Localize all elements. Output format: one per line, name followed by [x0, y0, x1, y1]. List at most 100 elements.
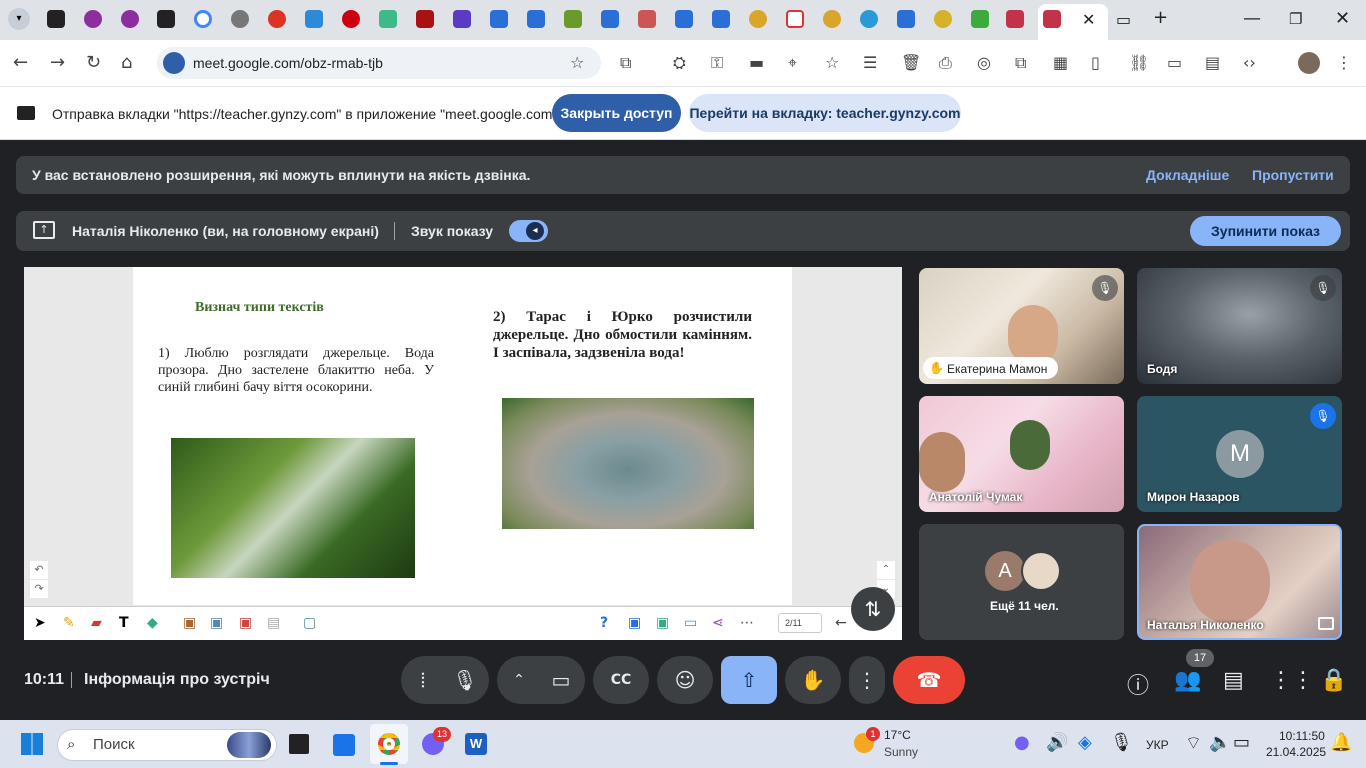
tool-icon[interactable]: ▣	[239, 615, 252, 631]
translate-icon[interactable]: ⧉	[1015, 53, 1026, 73]
learn-more-link[interactable]: Докладніше	[1146, 167, 1229, 183]
url-text[interactable]: meet.google.com/obz-rmab-tjb	[193, 55, 383, 71]
code-icon[interactable]: ‹›	[1243, 53, 1256, 72]
mic-button[interactable]: 🎙	[441, 656, 489, 704]
help-icon[interactable]: ?	[600, 615, 608, 631]
tool-icon[interactable]: ▤	[267, 615, 280, 631]
q-icon[interactable]	[84, 10, 102, 28]
prev-page-icon[interactable]: ←	[835, 615, 847, 631]
incognito-icon[interactable]: ⛭	[673, 53, 686, 73]
page-counter[interactable]: 2/11	[778, 613, 822, 633]
task-view-icon[interactable]	[289, 734, 309, 754]
raise-hand-button[interactable]: ✋	[785, 656, 841, 704]
forward-icon[interactable]: →	[50, 52, 65, 73]
red-ball-icon[interactable]	[268, 10, 286, 28]
captions-button[interactable]: CC	[593, 656, 649, 704]
g-docs-icon[interactable]	[527, 10, 545, 28]
close-window-icon[interactable]: ✕	[1335, 8, 1350, 29]
bookmark-star-icon[interactable]: ☆	[570, 53, 584, 72]
lens-icon[interactable]: ◎	[977, 53, 991, 72]
analytics-icon[interactable]	[157, 10, 175, 28]
leave-call-button[interactable]: ☎	[893, 656, 965, 704]
tool-icon[interactable]: ▣	[628, 615, 641, 631]
swap-view-button[interactable]: ⇅	[851, 587, 895, 631]
pen-icon[interactable]: ✎	[63, 615, 75, 631]
fi-icon[interactable]	[416, 10, 434, 28]
undo-icon[interactable]: ↶	[30, 561, 48, 579]
card-icon[interactable]: ▬	[749, 53, 764, 72]
info-icon[interactable]: ⓘ	[1127, 668, 1149, 700]
link-icon[interactable]: ⛓	[1129, 53, 1149, 72]
word-icon[interactable]: W	[465, 733, 487, 755]
maximize-icon[interactable]: ❐	[1289, 10, 1302, 28]
store-icon[interactable]	[333, 734, 355, 756]
language-indicator[interactable]: УКР	[1146, 738, 1169, 752]
profile-avatar[interactable]	[1298, 52, 1320, 74]
window-icon[interactable]: ▢	[303, 615, 316, 631]
shapes-icon[interactable]: ◆	[147, 615, 158, 631]
g-docs-icon[interactable]	[601, 10, 619, 28]
tool-icon[interactable]: ▣	[656, 615, 669, 631]
pip-icon[interactable]	[1318, 617, 1334, 630]
puzzle-icon[interactable]	[305, 10, 323, 28]
text-icon[interactable]: T	[119, 615, 129, 631]
google-icon[interactable]	[194, 10, 212, 28]
start-icon[interactable]	[21, 733, 43, 755]
list-icon[interactable]: ☰	[863, 53, 877, 72]
emoji-button[interactable]: ☺	[657, 656, 713, 704]
menu-icon[interactable]: ⋮	[1336, 53, 1352, 72]
snowflake-icon[interactable]	[860, 10, 878, 28]
tool-icon[interactable]: ▣	[183, 615, 196, 631]
camera-button[interactable]: ▭	[537, 656, 585, 704]
speaker-icon[interactable]: 🔈	[1209, 732, 1231, 753]
audio-level-icon[interactable]: ⦙	[401, 656, 445, 704]
chat-icon[interactable]: ▤	[1223, 668, 1244, 693]
camera-options-icon[interactable]: ⌃	[497, 656, 541, 704]
trash-icon[interactable]: 🗑	[901, 53, 921, 72]
red-ball-icon[interactable]	[342, 10, 360, 28]
more-icon[interactable]: ⋯	[740, 615, 754, 631]
eraser-icon[interactable]: ▰	[91, 615, 102, 631]
globe-icon[interactable]	[231, 10, 249, 28]
activities-icon[interactable]: ⋮⋮	[1270, 668, 1314, 693]
scroll-up-icon[interactable]: ⌃	[877, 561, 895, 579]
back-icon[interactable]: ←	[13, 52, 28, 73]
more-options-button[interactable]: ⋮	[849, 656, 885, 704]
notification-bell-icon[interactable]: 🔔	[1330, 732, 1352, 753]
stop-presenting-button[interactable]: Зупинити показ	[1190, 216, 1341, 246]
new-tab-button[interactable]: +	[1153, 7, 1168, 28]
g-docs-icon[interactable]	[712, 10, 730, 28]
link-icon[interactable]	[823, 10, 841, 28]
tray-app-icon[interactable]: ●	[1014, 732, 1030, 753]
app-icon[interactable]	[453, 10, 471, 28]
star-icon[interactable]: ☆	[825, 53, 839, 72]
share-icon[interactable]: ⋖	[712, 615, 724, 631]
stop-access-button[interactable]: Закрыть доступ	[552, 94, 681, 132]
table-icon[interactable]: ▤	[1205, 53, 1220, 72]
gynzy-icon[interactable]	[1043, 10, 1061, 28]
bolt-icon[interactable]	[971, 10, 989, 28]
go-to-tab-button[interactable]: Перейти на вкладку: teacher.gynzy.com	[689, 94, 961, 132]
location-icon[interactable]: ⌖	[788, 53, 797, 73]
clock-time[interactable]: 10:11:50	[1279, 729, 1325, 743]
qr-icon[interactable]: ▦	[1053, 53, 1068, 72]
minimize-icon[interactable]: —	[1243, 8, 1261, 29]
reload-icon[interactable]: ↻	[86, 52, 101, 73]
q-icon[interactable]	[121, 10, 139, 28]
tab-group-icon[interactable]: ▭	[1116, 10, 1131, 29]
g-docs-icon[interactable]	[675, 10, 693, 28]
home-icon[interactable]: ⌂	[121, 52, 132, 73]
reader-icon[interactable]: ▯	[1091, 53, 1100, 72]
print-icon[interactable]: ⎙	[939, 53, 952, 73]
security-icon[interactable]: ◈	[1078, 732, 1092, 753]
mic-tray-icon[interactable]: 🎙	[1110, 732, 1133, 753]
books-icon[interactable]	[638, 10, 656, 28]
devices-icon[interactable]: ▭	[1167, 53, 1182, 72]
clock-date[interactable]: 21.04.2025	[1266, 745, 1326, 759]
g-docs-icon[interactable]	[897, 10, 915, 28]
key-icon[interactable]: ⚿	[711, 53, 723, 73]
tab-search-button[interactable]: ▾	[8, 8, 30, 30]
extensions-icon[interactable]: ⧉	[620, 53, 631, 73]
d-icon[interactable]	[379, 10, 397, 28]
skip-link[interactable]: Пропустити	[1252, 167, 1334, 183]
